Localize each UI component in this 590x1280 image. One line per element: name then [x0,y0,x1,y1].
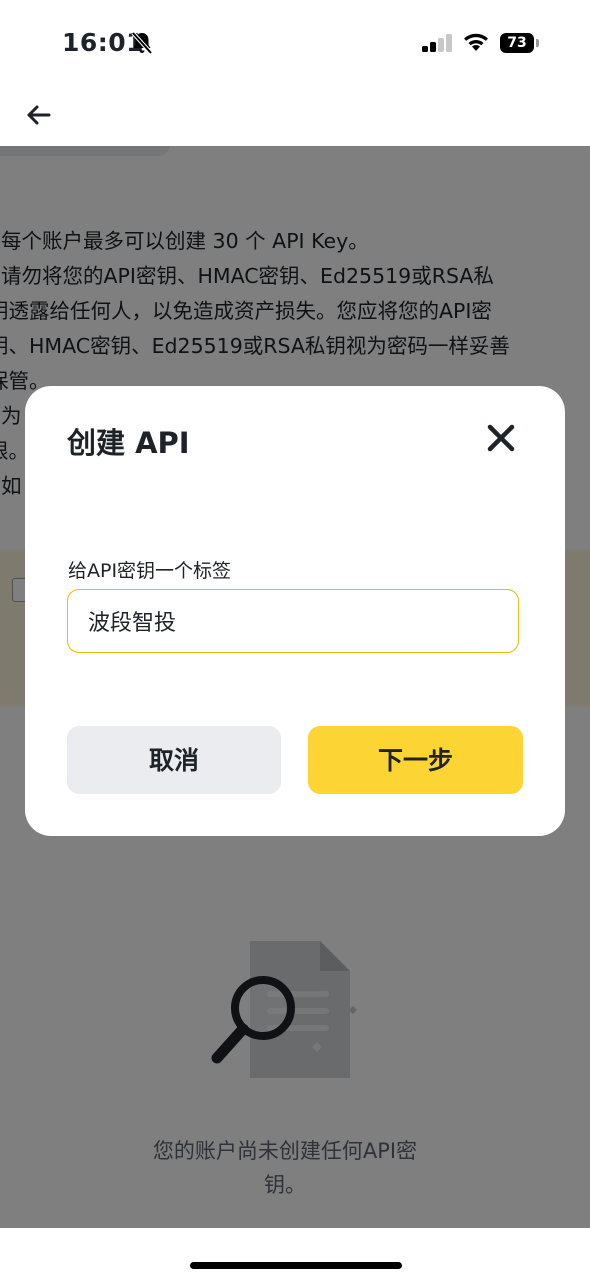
home-bar-area [0,1228,590,1280]
bell-slash-icon [130,30,154,56]
battery-icon: 73 [500,33,540,55]
api-label-field-label: 给API密钥一个标签 [68,560,232,582]
home-indicator[interactable] [190,1262,402,1269]
arrow-left-icon[interactable] [24,100,54,130]
wifi-icon [462,31,490,53]
signal-icon [422,34,454,54]
close-icon[interactable] [485,422,517,454]
status-bar: 16:01 73 [0,0,590,88]
battery-level: 73 [507,35,527,51]
app-header [0,88,590,146]
create-api-modal: 创建 API 给API密钥一个标签 取消 下一步 [25,386,565,836]
next-step-button[interactable]: 下一步 [308,726,523,794]
modal-title: 创建 API [67,426,190,460]
api-label-input[interactable] [67,589,519,653]
cancel-button[interactable]: 取消 [67,726,281,794]
